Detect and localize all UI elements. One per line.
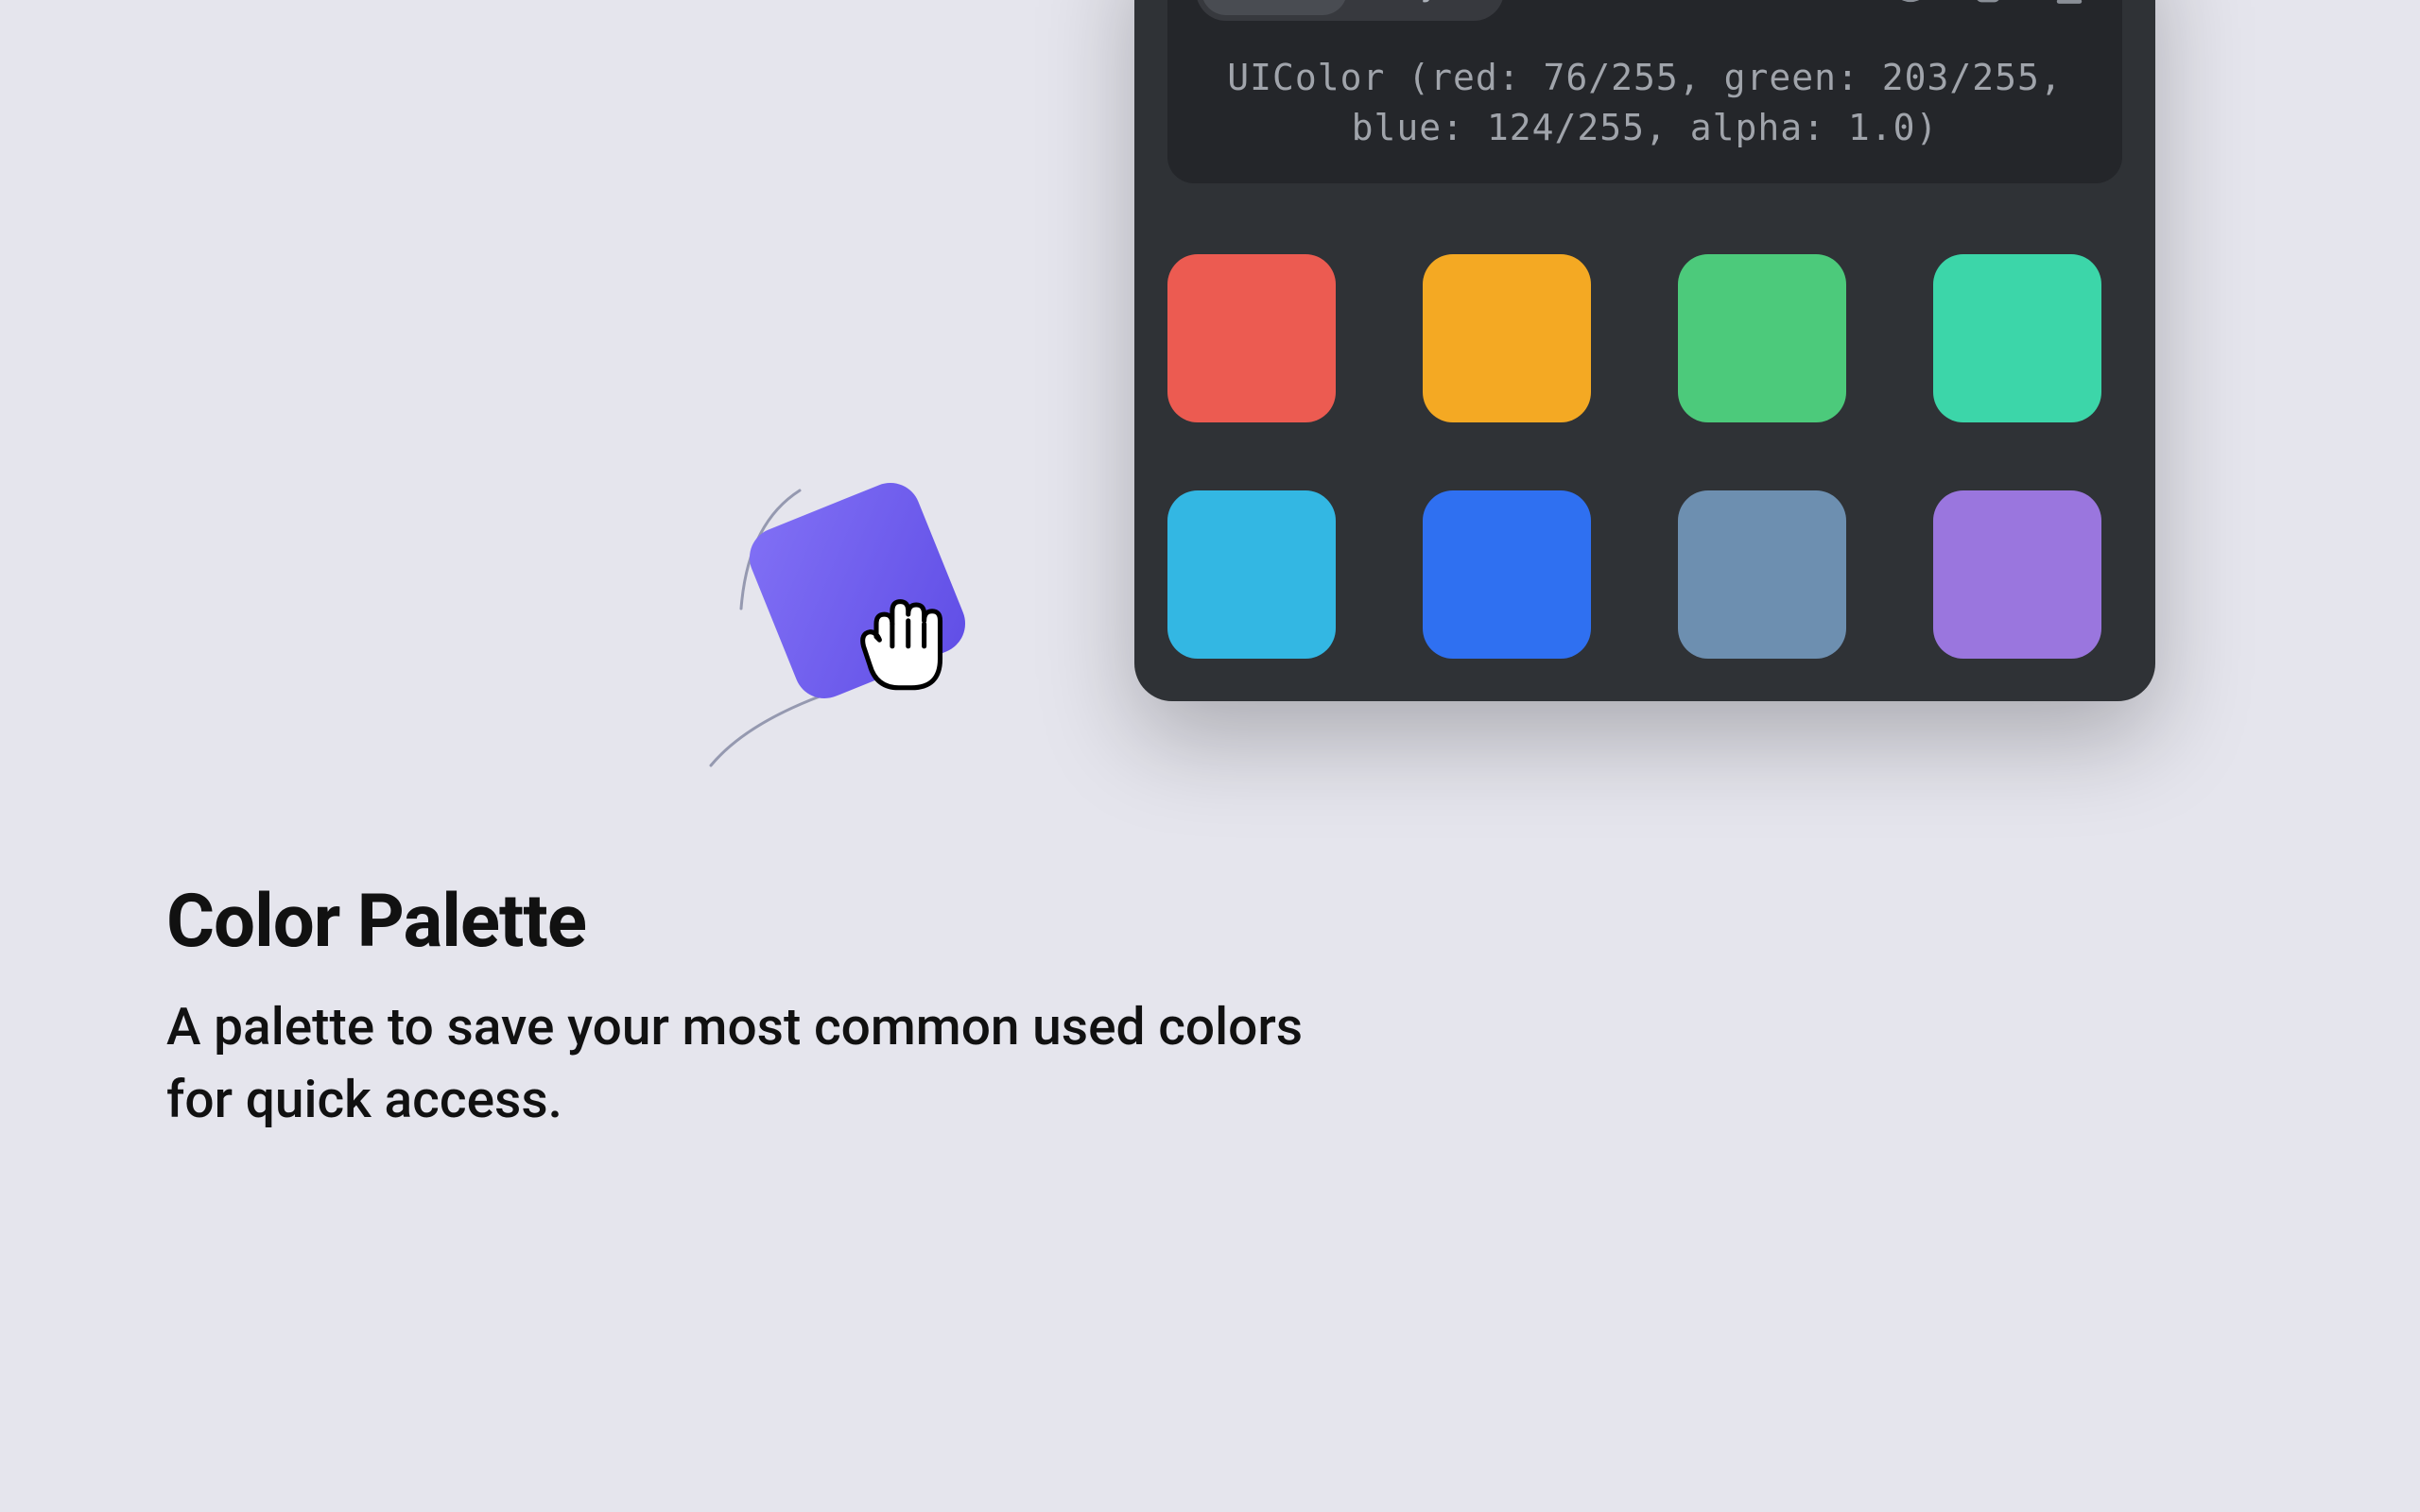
swatch-red[interactable] (1167, 254, 1336, 422)
platform-icons (1890, 0, 2094, 8)
language-toggle: Swift Obj-C (1196, 0, 1504, 21)
swatch-teal[interactable] (1933, 254, 2101, 422)
language-swift-button[interactable]: Swift (1201, 0, 1347, 15)
swatch-steel-blue[interactable] (1678, 490, 1846, 659)
marketing-title: Color Palette (166, 879, 1348, 965)
code-output: UIColor (red: 76/255, green: 203/255, bl… (1196, 43, 2094, 153)
marketing-description: A palette to save your most common used … (166, 991, 1348, 1137)
palette-grid (1167, 254, 2122, 659)
code-header: Swift Obj-C (1196, 0, 2094, 21)
desktop-icon[interactable] (2045, 0, 2094, 8)
grab-cursor-icon (851, 589, 953, 697)
marketing-block: Color Palette A palette to save your mos… (166, 879, 1348, 1137)
swatch-light-blue[interactable] (1167, 490, 1336, 659)
code-export-section: Swift Obj-C (1167, 0, 2122, 183)
swatch-blue[interactable] (1423, 490, 1591, 659)
swatch-green[interactable] (1678, 254, 1846, 422)
color-app-panel: Swift Obj-C (1134, 0, 2155, 701)
swatch-orange[interactable] (1423, 254, 1591, 422)
mobile-icon[interactable] (1967, 0, 2009, 4)
language-objc-button[interactable]: Obj-C (1347, 0, 1498, 15)
safari-icon[interactable] (1890, 0, 1931, 4)
swatch-purple[interactable] (1933, 490, 2101, 659)
